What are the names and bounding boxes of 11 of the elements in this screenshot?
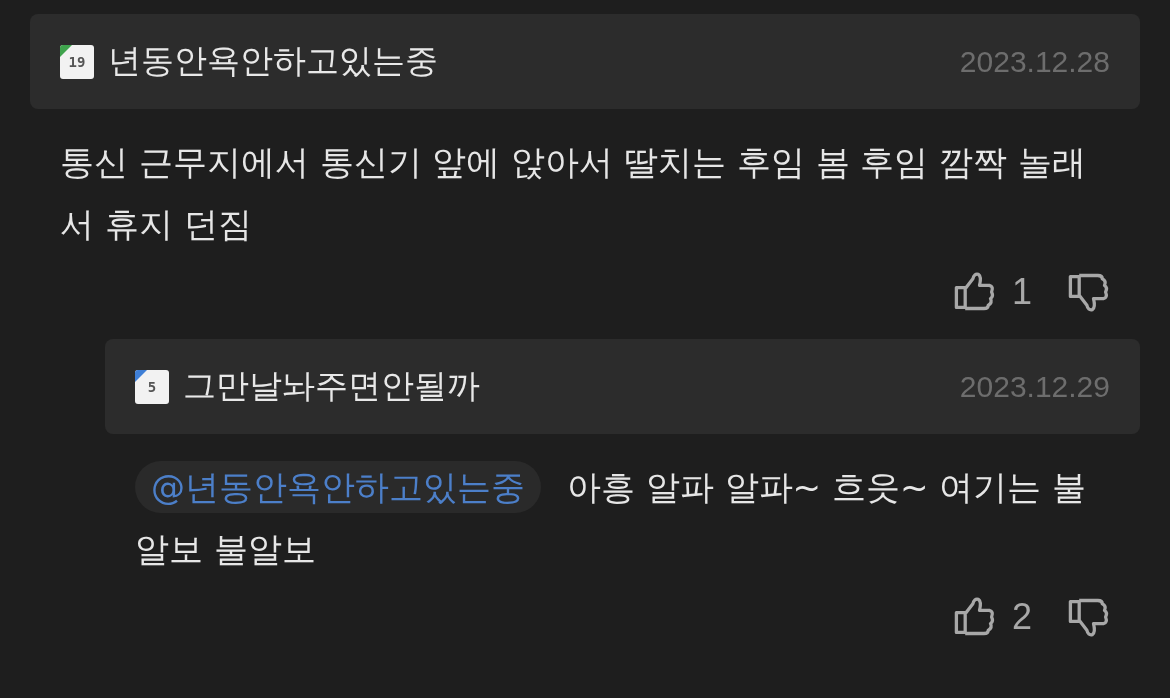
- comment-text: 통신 근무지에서 통신기 앞에 앉아서 딸치는 후임 봄 후임 깜짝 놀래서 휴지 던짐: [60, 141, 1088, 246]
- level-badge: 19: [60, 44, 94, 79]
- mention-link[interactable]: @년동안욕안하고있는중: [135, 461, 541, 513]
- comment-date: 2023.12.29: [959, 369, 1110, 404]
- level-badge: 5: [135, 369, 169, 404]
- like-count: 1: [1011, 271, 1032, 313]
- username[interactable]: 년동안욕안하고있는중: [108, 39, 438, 84]
- like-count: 2: [1011, 596, 1032, 638]
- username[interactable]: 그만날놔주면안될까: [183, 364, 480, 409]
- comment-date: 2023.12.28: [959, 44, 1110, 79]
- comment-text: @년동안욕안하고있는중 아흥 알파 알파~ 흐읏~ 여기는 불알보 불알보: [135, 456, 1110, 580]
